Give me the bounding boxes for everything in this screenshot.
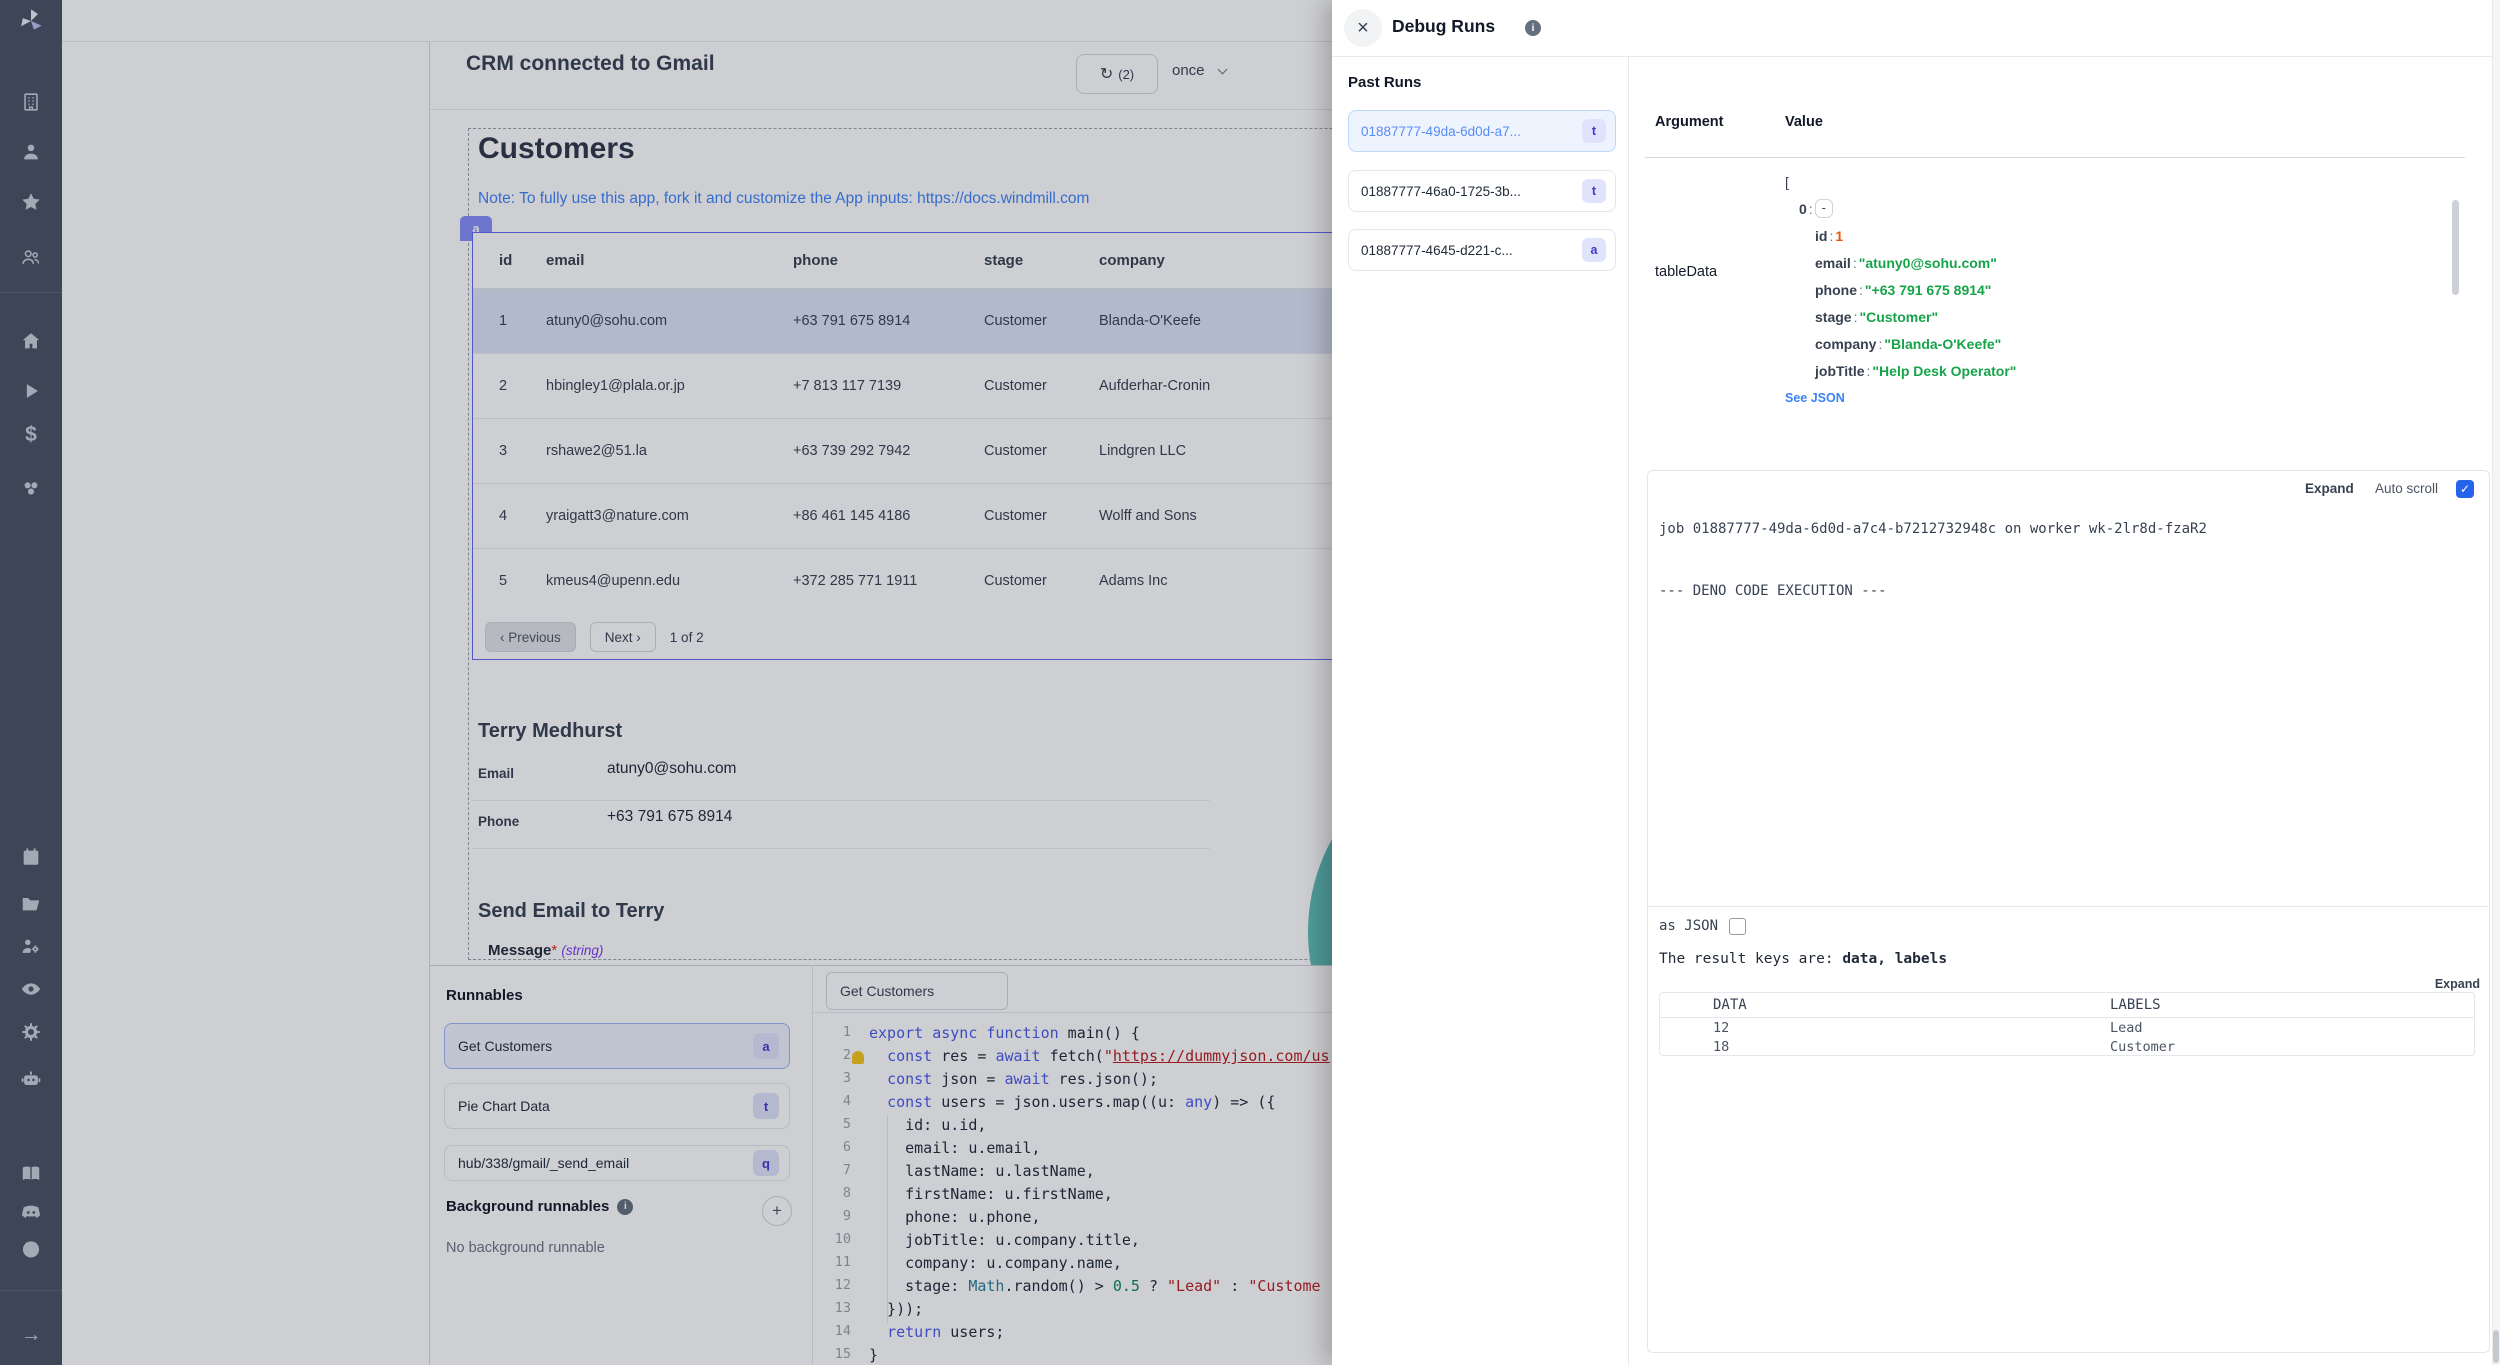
result-row: 12Lead <box>1660 1018 2474 1037</box>
args-divider <box>1645 157 2465 158</box>
drawer-scrollbar-track[interactable] <box>2492 0 2500 1365</box>
value-scrollbar[interactable] <box>2452 200 2459 295</box>
past-run-item[interactable]: 01887777-49da-6d0d-a7...t <box>1348 110 1616 152</box>
expand-result-link[interactable]: Expand <box>2432 977 2480 991</box>
tree-row-jobTitle: jobTitle : "Help Desk Operator" <box>1785 357 2016 384</box>
collapse-chip[interactable]: - <box>1815 199 1833 218</box>
autoscroll-label: Auto scroll <box>2375 481 2438 496</box>
result-summary: The result keys are: data, labels <box>1659 951 1947 967</box>
modal-overlay[interactable] <box>0 0 1332 1365</box>
run-badge: t <box>1582 119 1606 143</box>
argument-header: Argument <box>1655 114 1723 130</box>
result-table: DATALABELS 12Lead18Customer <box>1659 992 2475 1056</box>
past-run-item[interactable]: 01887777-4645-d221-c...a <box>1348 229 1616 271</box>
result-row: 18Customer <box>1660 1037 2474 1056</box>
run-badge: a <box>1582 238 1606 262</box>
tree-row-phone: phone : "+63 791 675 8914" <box>1785 276 2016 303</box>
result-col-data: DATA <box>1660 997 2055 1013</box>
job-log-panel <box>1647 470 2490 1353</box>
as-json-checkbox[interactable] <box>1729 918 1746 935</box>
info-icon[interactable]: i <box>1525 20 1541 36</box>
tree-row-0: 0 : - <box>1785 195 2016 222</box>
result-col-labels: LABELS <box>2055 997 2161 1013</box>
see-json-link[interactable]: See JSON <box>1785 384 2016 411</box>
log-line: job 01887777-49da-6d0d-a7c4-b7212732948c… <box>1659 521 2207 537</box>
run-badge: t <box>1582 179 1606 203</box>
tree-row-company: company : "Blanda-O'Keefe" <box>1785 330 2016 357</box>
log-result-divider <box>1648 906 2489 907</box>
drawer-title: Debug Runs <box>1392 16 1495 37</box>
value-header: Value <box>1785 114 1823 130</box>
drawer-scrollbar-thumb[interactable] <box>2493 1330 2499 1363</box>
tree-row-id: id : 1 <box>1785 222 2016 249</box>
column-divider <box>1628 57 1629 1365</box>
tree-row-email: email : "atuny0@sohu.com" <box>1785 249 2016 276</box>
close-icon[interactable]: × <box>1344 9 1382 47</box>
argument-name: tableData <box>1655 264 1717 280</box>
past-run-item[interactable]: 01887777-46a0-1725-3b...t <box>1348 170 1616 212</box>
expand-logs-link[interactable]: Expand <box>2305 481 2354 496</box>
tree-row-stage: stage : "Customer" <box>1785 303 2016 330</box>
result-table-header: DATALABELS <box>1660 993 2474 1018</box>
as-json-label: as JSON <box>1659 918 1718 934</box>
autoscroll-checkbox[interactable]: ✓ <box>2456 480 2474 498</box>
past-runs-title: Past Runs <box>1348 74 1421 91</box>
log-line: --- DENO CODE EXECUTION --- <box>1659 583 1887 599</box>
argument-value-tree: [0 : -id : 1email : "atuny0@sohu.com"pho… <box>1785 168 2016 411</box>
debug-runs-drawer: × Debug Runs i Past Runs Argument Value … <box>1332 0 2500 1365</box>
drawer-header: × Debug Runs i <box>1332 0 2500 57</box>
